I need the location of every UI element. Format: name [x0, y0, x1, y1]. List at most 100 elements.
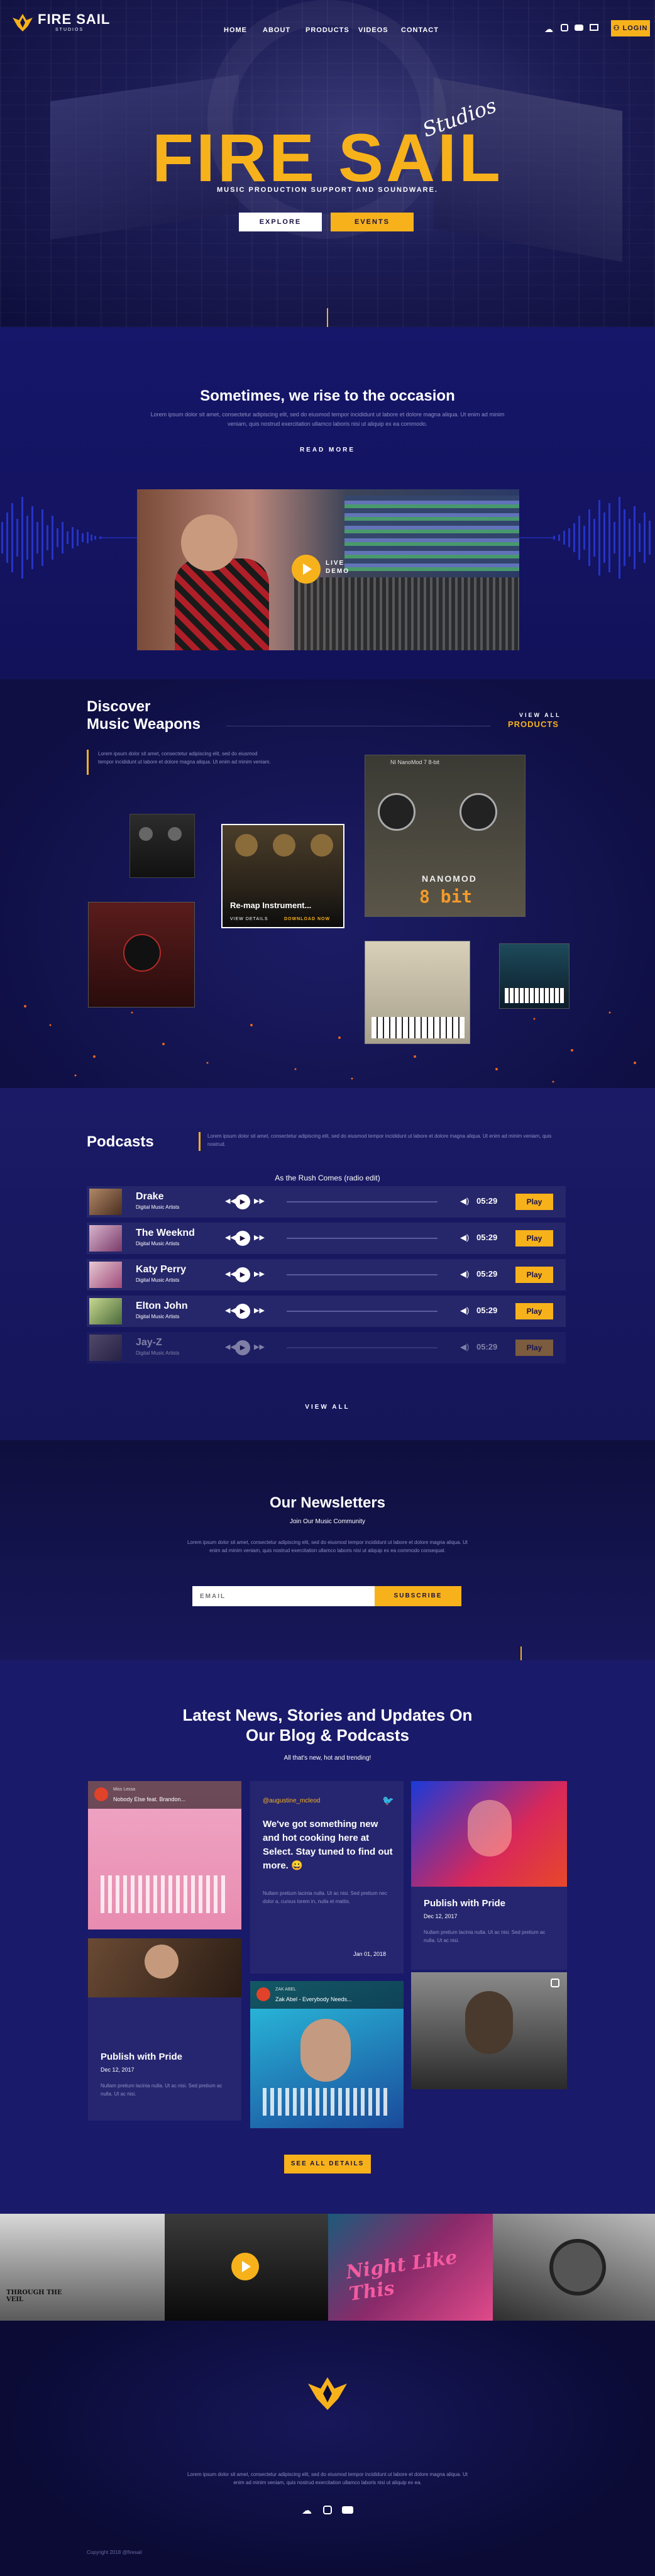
prev-icon[interactable]: ◀◀ [225, 1197, 236, 1205]
twitter-icon[interactable]: 🐦 [382, 1795, 394, 1806]
nav-home[interactable]: HOME [224, 26, 247, 34]
newsletter-text: Lorem ipsum dolor sit amet, consectetur … [187, 1540, 468, 1553]
waveform[interactable] [287, 1311, 438, 1312]
weapons-heading-2: Music Weapons [87, 716, 201, 733]
play-icon[interactable]: ▶ [235, 1231, 250, 1246]
prev-icon[interactable]: ◀◀ [225, 1306, 236, 1314]
page: FIRE SAIL STUDIOS HOME ABOUT PRODUCTS VI… [0, 0, 655, 2576]
play-icon[interactable]: ▶ [235, 1267, 250, 1282]
waveform[interactable] [287, 1201, 438, 1202]
view-all-products-2[interactable]: PRODUCTS [508, 719, 559, 729]
post-title[interactable]: Publish with Pride [101, 2051, 182, 2062]
instagram-icon[interactable] [551, 1979, 559, 1987]
podcast-row-elton-john: Elton John Digital Music Artists ◀◀ ▶ ▶▶… [87, 1296, 566, 1327]
podcasts-view-all[interactable]: VIEW ALL [0, 1404, 655, 1411]
footer-soundcloud-icon[interactable]: ☁ [302, 2504, 312, 2517]
soundcloud-icon[interactable]: ☁ [544, 24, 553, 35]
next-icon[interactable]: ▶▶ [254, 1270, 265, 1278]
waveform[interactable] [287, 1238, 438, 1239]
nav-contact[interactable]: CONTACT [401, 26, 439, 34]
instagram-post-image[interactable] [411, 1972, 567, 2089]
post-image-guitar[interactable] [88, 1938, 241, 1997]
instagram-icon[interactable] [561, 24, 568, 31]
player-play-icon[interactable] [94, 1787, 108, 1801]
prev-icon[interactable]: ◀◀ [225, 1270, 236, 1278]
see-all-details-button[interactable]: SEE ALL DETAILS [284, 2155, 371, 2174]
music-player-card-1[interactable]: Miss Lessa Nobody Else feat. Brandon... [88, 1781, 241, 1929]
featured-view-details[interactable]: VIEW DETAILS [230, 917, 268, 921]
video-play-icon[interactable] [292, 555, 321, 584]
volume-icon[interactable]: ◀) [460, 1342, 469, 1352]
nav-about[interactable]: ABOUT [263, 26, 290, 34]
next-icon[interactable]: ▶▶ [254, 1306, 265, 1314]
next-icon[interactable]: ▶▶ [254, 1343, 265, 1351]
post-image-portrait[interactable] [411, 1781, 567, 1887]
events-button[interactable]: EVENTS [331, 213, 414, 231]
post-title[interactable]: Publish with Pride [424, 1898, 505, 1909]
nav-videos[interactable]: VIDEOS [358, 26, 388, 34]
gallery-image-3[interactable]: Night Like This [328, 2214, 493, 2321]
gallery-image-1[interactable]: THROUGH THE VEIL [0, 2214, 165, 2321]
podcast-row-katy-perry: Katy Perry Digital Music Artists ◀◀ ▶ ▶▶… [87, 1259, 566, 1291]
artist-sub: Digital Music Artists [136, 1204, 180, 1210]
read-more-link[interactable]: READ MORE [0, 447, 655, 453]
post-card-1[interactable]: Publish with Pride Dec 12, 2017 Nullam p… [88, 1997, 241, 2121]
explore-button[interactable]: EXPLORE [239, 213, 322, 231]
prev-icon[interactable]: ◀◀ [225, 1343, 236, 1351]
volume-icon[interactable]: ◀) [460, 1233, 469, 1243]
post-card-2[interactable]: Publish with Pride Dec 12, 2017 Nullam p… [411, 1887, 567, 1970]
email-input[interactable] [192, 1586, 375, 1606]
play-icon[interactable]: ▶ [235, 1340, 250, 1355]
waveform[interactable] [287, 1274, 438, 1275]
nav-products[interactable]: PRODUCTS [305, 26, 350, 34]
podcasts-heading: Podcasts [87, 1133, 154, 1150]
featured-product-card[interactable]: Re-map Instrument... VIEW DETAILS DOWNLO… [221, 824, 344, 928]
tweet-handle[interactable]: @augustine_mcleod [263, 1797, 320, 1804]
subscribe-button[interactable]: SUBSCRIBE [375, 1586, 461, 1606]
product-card-1[interactable] [129, 814, 195, 878]
video-label-2: DEMO [326, 568, 350, 575]
footer-logo-icon[interactable] [305, 2373, 350, 2414]
artist-name: Katy Perry [136, 1264, 187, 1275]
now-playing-title: As the Rush Comes (radio edit) [275, 1174, 380, 1182]
footer-instagram-icon[interactable] [323, 2506, 332, 2514]
play-button[interactable]: Play [515, 1303, 553, 1319]
waveform[interactable] [287, 1347, 438, 1348]
volume-icon[interactable]: ◀) [460, 1306, 469, 1316]
login-button[interactable]: ⚇ LOGIN [611, 20, 650, 36]
podcasts-text: Lorem ipsum dolor sit amet, consectetur … [207, 1133, 552, 1147]
play-icon[interactable]: ▶ [235, 1304, 250, 1319]
play-icon[interactable]: ▶ [235, 1194, 250, 1209]
view-all-products-1[interactable]: VIEW ALL [519, 712, 561, 718]
weapons-heading-1: Discover [87, 698, 151, 715]
play-button[interactable]: Play [515, 1267, 553, 1283]
play-button[interactable]: Play [515, 1194, 553, 1210]
music-player-card-2[interactable]: ZAK ABEL Zak Abel - Everybody Needs... [250, 1981, 404, 2128]
player-play-icon[interactable] [256, 1987, 270, 2001]
nanomod-product-card[interactable]: NI NanoMod 7 8-bit NANOMOD 8 bit [365, 755, 526, 917]
product-card-5[interactable] [499, 943, 570, 1009]
brand-sub: STUDIOS [55, 28, 84, 32]
volume-icon[interactable]: ◀) [460, 1269, 469, 1279]
next-icon[interactable]: ▶▶ [254, 1197, 265, 1205]
album-3-title: Night Like This [344, 2246, 459, 2306]
gallery-play-icon[interactable] [231, 2253, 259, 2280]
featured-download[interactable]: DOWNLOAD NOW [284, 917, 330, 921]
tweet-card[interactable]: @augustine_mcleod 🐦 We've got something … [250, 1781, 404, 1974]
podcast-row-jay-z: Jay-Z Digital Music Artists ◀◀ ▶ ▶▶ ◀) 0… [87, 1332, 566, 1363]
gallery-image-2[interactable] [165, 2214, 328, 2321]
brand-name[interactable]: FIRE SAIL [38, 11, 110, 28]
next-icon[interactable]: ▶▶ [254, 1233, 265, 1241]
play-button[interactable]: Play [515, 1340, 553, 1356]
prev-icon[interactable]: ◀◀ [225, 1233, 236, 1241]
play-button[interactable]: Play [515, 1230, 553, 1246]
gallery-image-4[interactable] [493, 2214, 655, 2321]
artist-name: Drake [136, 1191, 164, 1202]
youtube-icon[interactable] [575, 25, 583, 31]
footer-youtube-icon[interactable] [342, 2506, 353, 2514]
volume-icon[interactable]: ◀) [460, 1196, 469, 1206]
mail-icon[interactable] [590, 24, 598, 31]
product-card-4[interactable] [365, 941, 470, 1044]
logo-icon[interactable] [11, 11, 34, 34]
product-card-3[interactable] [88, 902, 195, 1008]
